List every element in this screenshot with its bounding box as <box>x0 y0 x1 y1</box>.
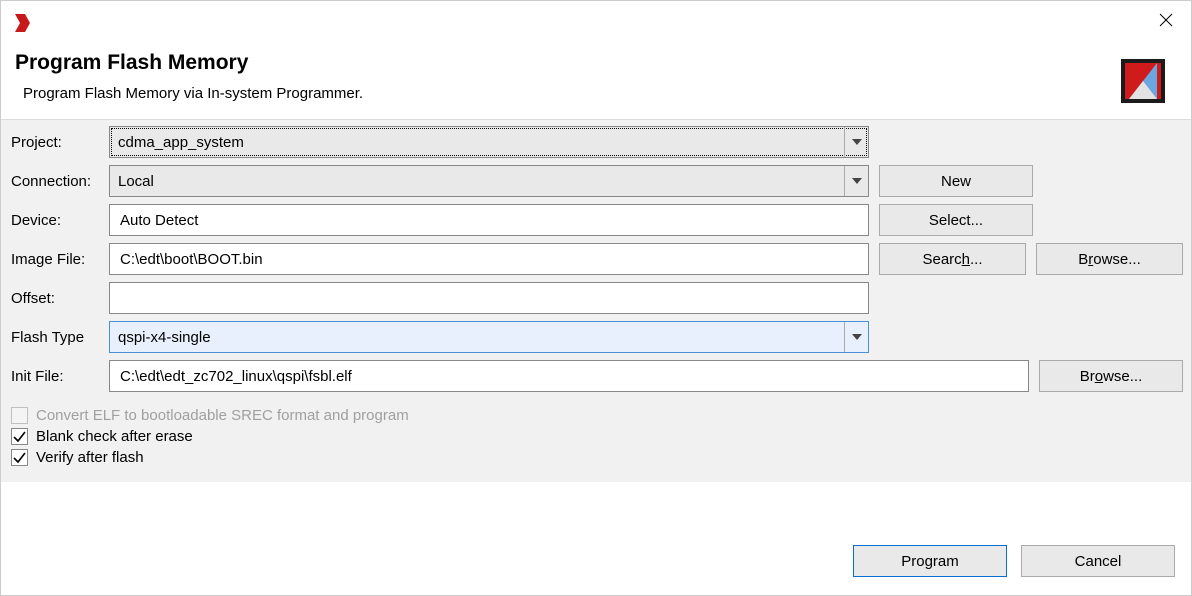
device-input[interactable] <box>118 211 860 230</box>
new-connection-button[interactable]: New <box>879 165 1033 197</box>
page-title: Program Flash Memory <box>15 51 363 75</box>
convert-elf-row: Convert ELF to bootloadable SREC format … <box>11 407 1181 424</box>
search-button[interactable]: Search... <box>879 243 1026 275</box>
image-file-input[interactable] <box>118 250 860 269</box>
verify-row[interactable]: Verify after flash <box>11 449 1181 466</box>
header-text: Program Flash Memory Program Flash Memor… <box>15 51 363 102</box>
verify-label: Verify after flash <box>36 449 144 466</box>
verify-checkbox[interactable] <box>11 449 28 466</box>
flash-type-label: Flash Type <box>9 329 105 346</box>
browse-init-button[interactable]: Browse... <box>1039 360 1183 392</box>
checkboxes: Convert ELF to bootloadable SREC format … <box>9 399 1183 474</box>
cancel-button[interactable]: Cancel <box>1021 545 1175 577</box>
connection-combo[interactable]: Local <box>109 165 869 197</box>
offset-field[interactable] <box>109 282 869 314</box>
chevron-down-icon <box>844 127 868 157</box>
blank-check-label: Blank check after erase <box>36 428 193 445</box>
program-button[interactable]: Program <box>853 545 1007 577</box>
flash-type-value: qspi-x4-single <box>118 329 211 346</box>
device-field[interactable] <box>109 204 869 236</box>
connection-label: Connection: <box>9 173 105 190</box>
titlebar <box>1 1 1191 45</box>
project-combo[interactable]: cdma_app_system <box>109 126 869 158</box>
select-device-button[interactable]: Select... <box>879 204 1033 236</box>
init-file-input[interactable] <box>118 367 1020 386</box>
project-label: Project: <box>9 134 105 151</box>
form-area: Project: cdma_app_system Connection: Loc… <box>1 120 1191 482</box>
flash-type-combo[interactable]: qspi-x4-single <box>109 321 869 353</box>
header: Program Flash Memory Program Flash Memor… <box>1 45 1191 119</box>
connection-value: Local <box>118 173 154 190</box>
image-file-label: Image File: <box>9 251 105 268</box>
project-value: cdma_app_system <box>118 134 244 151</box>
footer: Program Cancel <box>1 482 1191 595</box>
offset-input[interactable] <box>118 289 860 308</box>
convert-elf-checkbox <box>11 407 28 424</box>
chevron-down-icon <box>844 166 868 196</box>
convert-elf-label: Convert ELF to bootloadable SREC format … <box>36 407 409 424</box>
offset-label: Offset: <box>9 290 105 307</box>
chevron-down-icon <box>844 322 868 352</box>
program-flash-dialog: Program Flash Memory Program Flash Memor… <box>0 0 1192 596</box>
blank-check-checkbox[interactable] <box>11 428 28 445</box>
flash-wizard-icon <box>1119 57 1167 105</box>
init-file-label: Init File: <box>9 368 105 385</box>
device-label: Device: <box>9 212 105 229</box>
app-icon <box>13 12 35 34</box>
browse-image-button[interactable]: Browse... <box>1036 243 1183 275</box>
page-subtitle: Program Flash Memory via In-system Progr… <box>15 85 363 102</box>
init-file-field[interactable] <box>109 360 1029 392</box>
close-button[interactable] <box>1143 4 1189 36</box>
blank-check-row[interactable]: Blank check after erase <box>11 428 1181 445</box>
image-file-field[interactable] <box>109 243 869 275</box>
